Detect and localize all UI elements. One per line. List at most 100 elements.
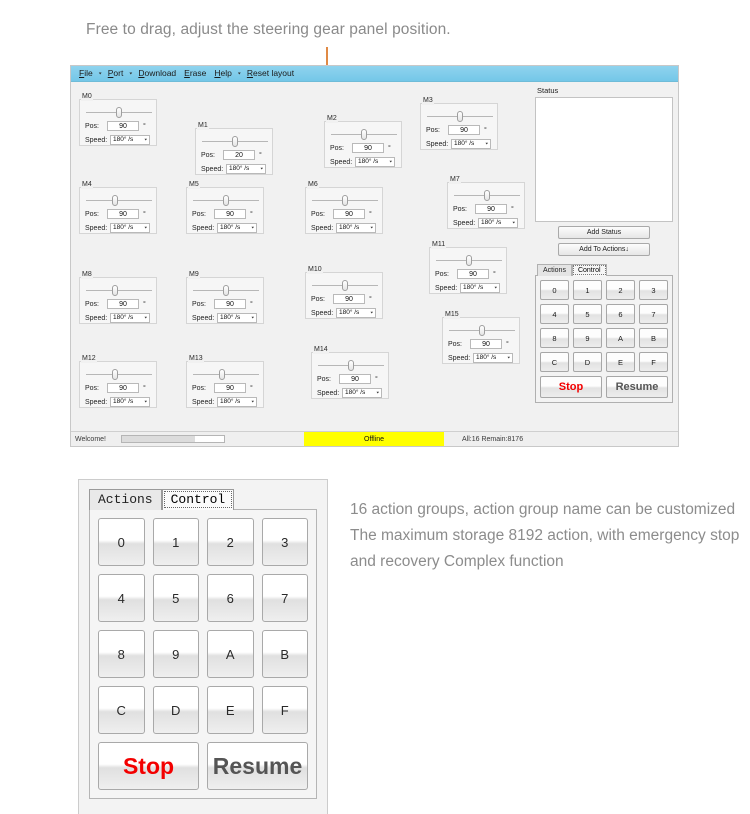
position-slider[interactable] xyxy=(193,369,259,380)
position-slider[interactable] xyxy=(312,195,378,206)
menu-item-download[interactable]: Download xyxy=(135,67,179,80)
action-group-key-a[interactable]: A xyxy=(606,328,635,348)
position-slider[interactable] xyxy=(436,255,502,266)
position-slider[interactable] xyxy=(86,369,152,380)
detail-action-group-key-8[interactable]: 8 xyxy=(98,630,145,678)
servo-panel-m13[interactable]: M13 Pos: 90 ° Speed: 180° /s ▾ xyxy=(186,355,264,408)
action-group-key-f[interactable]: F xyxy=(639,352,668,372)
action-group-key-2[interactable]: 2 xyxy=(606,280,635,300)
slider-thumb[interactable] xyxy=(112,195,118,206)
position-slider[interactable] xyxy=(454,190,520,201)
slider-thumb[interactable] xyxy=(342,280,348,291)
position-slider[interactable] xyxy=(86,195,152,206)
detail-action-group-key-3[interactable]: 3 xyxy=(261,518,308,566)
slider-thumb[interactable] xyxy=(484,190,490,201)
speed-select[interactable]: 180° /s ▾ xyxy=(110,313,150,323)
detail-action-group-key-6[interactable]: 6 xyxy=(207,574,254,622)
slider-thumb[interactable] xyxy=(223,285,229,296)
slider-thumb[interactable] xyxy=(112,285,118,296)
position-input[interactable]: 90 xyxy=(457,269,489,279)
action-group-key-4[interactable]: 4 xyxy=(540,304,569,324)
detail-action-group-key-1[interactable]: 1 xyxy=(152,518,199,566)
position-input[interactable]: 90 xyxy=(107,209,139,219)
position-input[interactable]: 90 xyxy=(470,339,502,349)
position-slider[interactable] xyxy=(318,360,384,371)
position-slider[interactable] xyxy=(449,325,515,336)
position-input[interactable]: 90 xyxy=(107,121,139,131)
position-input[interactable]: 90 xyxy=(107,299,139,309)
position-input[interactable]: 90 xyxy=(214,299,246,309)
position-slider[interactable] xyxy=(86,285,152,296)
action-group-key-0[interactable]: 0 xyxy=(540,280,569,300)
detail-action-group-key-9[interactable]: 9 xyxy=(152,630,199,678)
detail-action-group-key-2[interactable]: 2 xyxy=(207,518,254,566)
detail-action-group-key-e[interactable]: E xyxy=(207,686,254,734)
action-group-key-7[interactable]: 7 xyxy=(639,304,668,324)
tab-control[interactable]: Control xyxy=(571,264,607,276)
position-slider[interactable] xyxy=(193,285,259,296)
action-group-key-b[interactable]: B xyxy=(639,328,668,348)
action-group-key-e[interactable]: E xyxy=(606,352,635,372)
menu-item-file[interactable]: File xyxy=(76,67,96,80)
menu-item-help[interactable]: Help xyxy=(211,67,234,80)
menu-item-erase[interactable]: Erase xyxy=(181,67,209,80)
speed-select[interactable]: 180° /s ▾ xyxy=(110,223,150,233)
menu-item-port[interactable]: Port xyxy=(105,67,127,80)
speed-select[interactable]: 180° /s ▾ xyxy=(110,135,150,145)
detail-resume-button[interactable]: Resume xyxy=(207,742,308,790)
tab-actions[interactable]: Actions xyxy=(537,264,572,276)
position-slider[interactable] xyxy=(427,111,493,122)
position-input[interactable]: 90 xyxy=(448,125,480,135)
detail-action-group-key-d[interactable]: D xyxy=(152,686,199,734)
speed-select[interactable]: 180° /s ▾ xyxy=(451,139,491,149)
detail-action-group-key-c[interactable]: C xyxy=(98,686,145,734)
speed-select[interactable]: 180° /s ▾ xyxy=(336,308,376,318)
position-input[interactable]: 90 xyxy=(339,374,371,384)
servo-panel-m14[interactable]: M14 Pos: 90 ° Speed: 180° /s ▾ xyxy=(311,346,389,399)
detail-stop-button[interactable]: Stop xyxy=(98,742,199,790)
slider-thumb[interactable] xyxy=(479,325,485,336)
detail-action-group-key-0[interactable]: 0 xyxy=(98,518,145,566)
servo-panel-m4[interactable]: M4 Pos: 90 ° Speed: 180° /s ▾ xyxy=(79,181,157,234)
speed-select[interactable]: 180° /s ▾ xyxy=(336,223,376,233)
speed-select[interactable]: 180° /s ▾ xyxy=(478,218,518,228)
detail-action-group-key-b[interactable]: B xyxy=(261,630,308,678)
slider-thumb[interactable] xyxy=(232,136,238,147)
slider-thumb[interactable] xyxy=(457,111,463,122)
speed-select[interactable]: 180° /s ▾ xyxy=(460,283,500,293)
speed-select[interactable]: 180° /s ▾ xyxy=(110,397,150,407)
position-input[interactable]: 90 xyxy=(107,383,139,393)
speed-select[interactable]: 180° /s ▾ xyxy=(226,164,266,174)
slider-thumb[interactable] xyxy=(361,129,367,140)
speed-select[interactable]: 180° /s ▾ xyxy=(217,397,257,407)
detail-tab-actions[interactable]: Actions xyxy=(89,489,162,510)
position-input[interactable]: 90 xyxy=(333,209,365,219)
action-group-key-1[interactable]: 1 xyxy=(573,280,602,300)
stop-button[interactable]: Stop xyxy=(540,376,602,398)
slider-thumb[interactable] xyxy=(223,195,229,206)
position-slider[interactable] xyxy=(86,107,152,118)
slider-thumb[interactable] xyxy=(219,369,225,380)
servo-panel-m11[interactable]: M11 Pos: 90 ° Speed: 180° /s ▾ xyxy=(429,241,507,294)
position-input[interactable]: 90 xyxy=(475,204,507,214)
position-slider[interactable] xyxy=(202,136,268,147)
detail-action-group-key-f[interactable]: F xyxy=(261,686,308,734)
servo-panel-m9[interactable]: M9 Pos: 90 ° Speed: 180° /s ▾ xyxy=(186,271,264,324)
speed-select[interactable]: 180° /s ▾ xyxy=(355,157,395,167)
servo-panel-m10[interactable]: M10 Pos: 90 ° Speed: 180° /s ▾ xyxy=(305,266,383,319)
position-input[interactable]: 90 xyxy=(352,143,384,153)
detail-action-group-key-5[interactable]: 5 xyxy=(152,574,199,622)
action-group-key-6[interactable]: 6 xyxy=(606,304,635,324)
slider-thumb[interactable] xyxy=(348,360,354,371)
action-group-key-3[interactable]: 3 xyxy=(639,280,668,300)
servo-panel-m15[interactable]: M15 Pos: 90 ° Speed: 180° /s ▾ xyxy=(442,311,520,364)
position-slider[interactable] xyxy=(331,129,397,140)
detail-action-group-key-7[interactable]: 7 xyxy=(261,574,308,622)
position-input[interactable]: 90 xyxy=(214,383,246,393)
speed-select[interactable]: 180° /s ▾ xyxy=(342,388,382,398)
action-group-key-9[interactable]: 9 xyxy=(573,328,602,348)
speed-select[interactable]: 180° /s ▾ xyxy=(217,223,257,233)
servo-panel-m1[interactable]: M1 Pos: 20 ° Speed: 180° /s ▾ xyxy=(195,122,273,175)
servo-panel-m6[interactable]: M6 Pos: 90 ° Speed: 180° /s ▾ xyxy=(305,181,383,234)
slider-thumb[interactable] xyxy=(466,255,472,266)
